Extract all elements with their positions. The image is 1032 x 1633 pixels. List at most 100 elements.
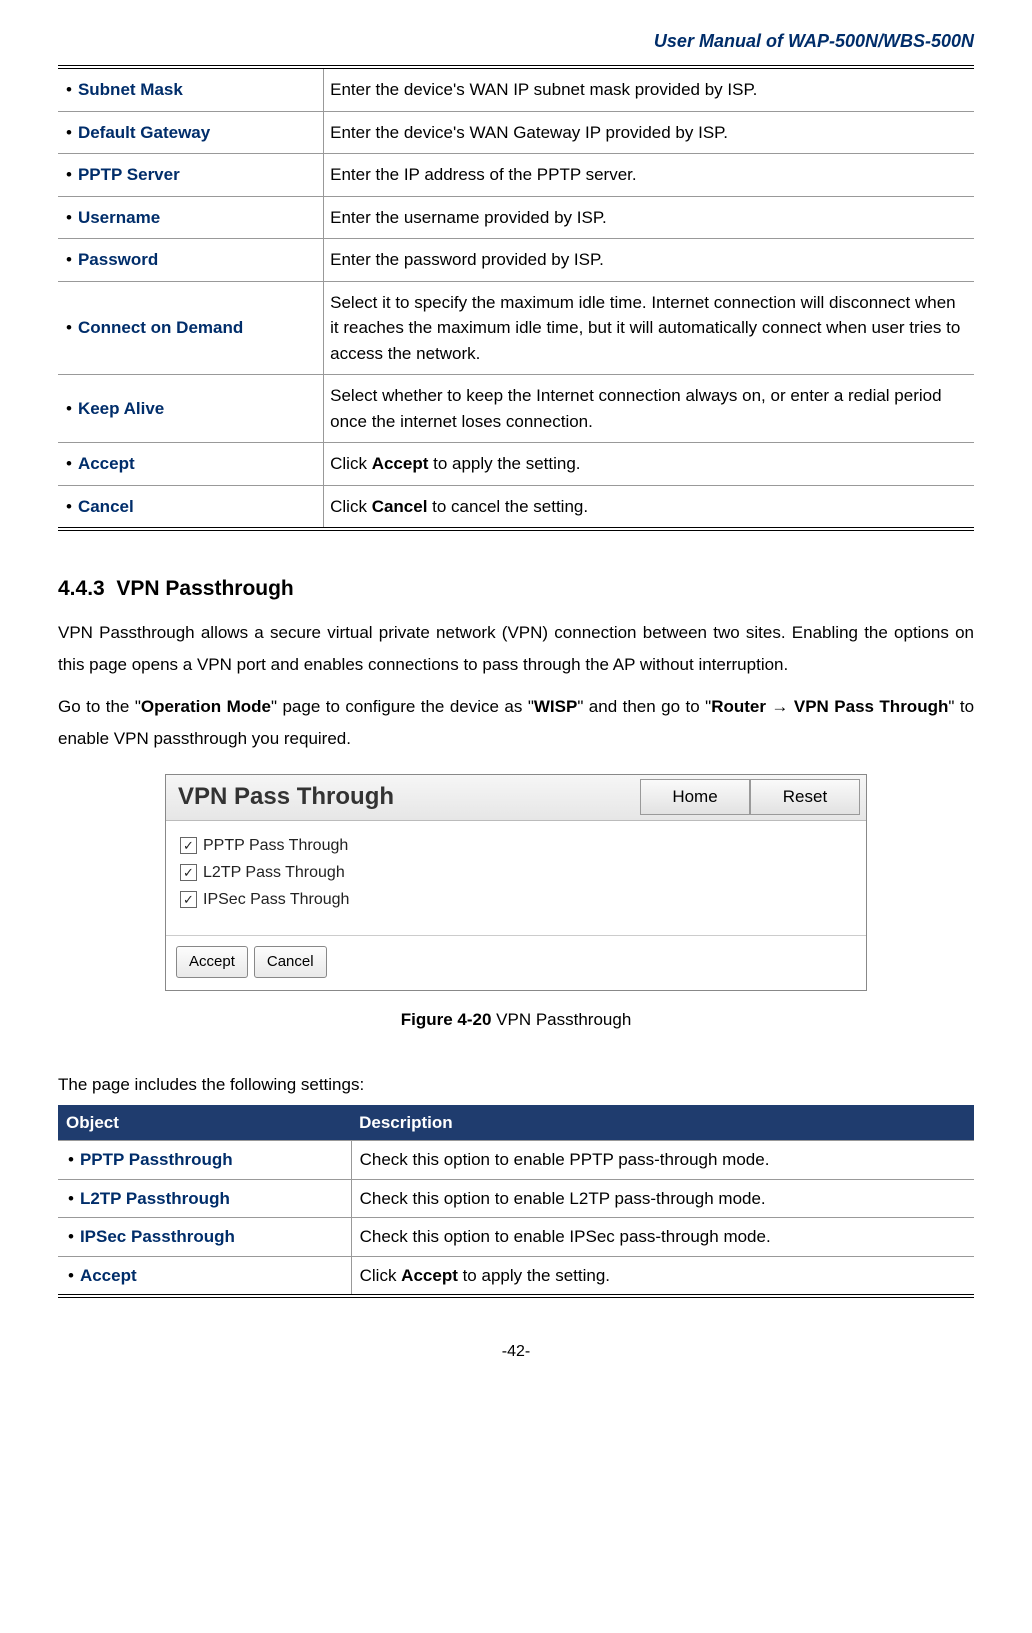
text-run: " page to configure the device as " bbox=[271, 697, 534, 716]
bullet-icon: • bbox=[68, 1189, 74, 1208]
panel-title: VPN Pass Through bbox=[172, 779, 394, 815]
figure-caption-text: VPN Passthrough bbox=[491, 1010, 631, 1029]
setting-desc-cell: Check this option to enable PPTP pass-th… bbox=[351, 1141, 974, 1180]
bullet-icon: • bbox=[66, 250, 72, 269]
table-row: • Keep Alive Select whether to keep the In… bbox=[58, 375, 974, 443]
checkbox-icon[interactable]: ✓ bbox=[180, 837, 197, 854]
param-name: Accept bbox=[78, 454, 135, 473]
param-name: PPTP Server bbox=[78, 165, 180, 184]
param-name: Default Gateway bbox=[78, 123, 210, 142]
figure-caption: Figure 4-20 VPN Passthrough bbox=[58, 1007, 974, 1033]
section-title: VPN Passthrough bbox=[116, 577, 293, 600]
settings-head-object: Object bbox=[58, 1105, 351, 1141]
section-paragraph-2: Go to the "Operation Mode" page to confi… bbox=[58, 691, 974, 756]
param-desc-cell: Enter the password provided by ISP. bbox=[324, 239, 974, 282]
home-button[interactable]: Home bbox=[640, 779, 750, 815]
setting-name-cell: • Accept bbox=[58, 1256, 351, 1296]
param-name: Subnet Mask bbox=[78, 80, 183, 99]
param-name-cell: •PPTP Server bbox=[58, 154, 324, 197]
checkbox-row[interactable]: ✓ L2TP Pass Through bbox=[180, 861, 852, 885]
param-name-cell: • Accept bbox=[58, 443, 324, 486]
text-bold: Accept bbox=[372, 454, 429, 473]
text-run: " and then go to " bbox=[577, 697, 711, 716]
param-name-cell: •Username bbox=[58, 196, 324, 239]
table-row: • Password Enter the password provided by … bbox=[58, 239, 974, 282]
settings-table: Object Description • PPTP Passthrough Chec… bbox=[58, 1105, 974, 1299]
bullet-icon: • bbox=[68, 1266, 74, 1285]
text-bold: Accept bbox=[401, 1266, 458, 1285]
param-name: Cancel bbox=[78, 497, 134, 516]
bullet-icon: • bbox=[66, 497, 72, 516]
setting-name: L2TP Passthrough bbox=[80, 1189, 230, 1208]
checkbox-row[interactable]: ✓ PPTP Pass Through bbox=[180, 834, 852, 858]
setting-name: IPSec Passthrough bbox=[80, 1227, 235, 1246]
text-run: Go to the " bbox=[58, 697, 141, 716]
setting-name-cell: • L2TP Passthrough bbox=[58, 1179, 351, 1218]
table-row: •PPTP ServerEnter the IP address of the … bbox=[58, 154, 974, 197]
bullet-icon: • bbox=[68, 1150, 74, 1169]
setting-name: Accept bbox=[80, 1266, 137, 1285]
settings-intro: The page includes the following settings… bbox=[58, 1069, 974, 1101]
param-desc-cell: Click Cancel to cancel the setting. bbox=[324, 485, 974, 529]
setting-name-cell: • IPSec Passthrough bbox=[58, 1218, 351, 1257]
param-name-cell: •Subnet Mask bbox=[58, 69, 324, 111]
param-name: Keep Alive bbox=[78, 399, 164, 418]
checkbox-label: IPSec Pass Through bbox=[203, 888, 349, 912]
section-number: 4.4.3 bbox=[58, 577, 105, 600]
panel-body: ✓ PPTP Pass Through ✓ L2TP Pass Through ✓ IPS… bbox=[166, 821, 866, 921]
panel-bottom-buttons: Accept Cancel bbox=[166, 946, 866, 991]
reset-button[interactable]: Reset bbox=[750, 779, 860, 815]
checkbox-row[interactable]: ✓ IPSec Pass Through bbox=[180, 888, 852, 912]
section-paragraph-1: VPN Passthrough allows a secure virtual … bbox=[58, 617, 974, 682]
checkbox-label: PPTP Pass Through bbox=[203, 834, 348, 858]
table-row: • Connect on Demand Select it to specify t… bbox=[58, 281, 974, 375]
setting-name: PPTP Passthrough bbox=[80, 1150, 233, 1169]
param-name-cell: • Connect on Demand bbox=[58, 281, 324, 375]
doc-header: User Manual of WAP-500N/WBS-500N bbox=[58, 28, 974, 69]
setting-desc-cell: Click Accept to apply the setting. bbox=[351, 1256, 974, 1296]
bullet-icon: • bbox=[68, 1227, 74, 1246]
table-row: • PPTP Passthrough Check this option to en… bbox=[58, 1141, 974, 1180]
param-name: Password bbox=[78, 250, 158, 269]
param-desc-cell: Select whether to keep the Internet conn… bbox=[324, 375, 974, 443]
text-bold: Router bbox=[711, 697, 771, 716]
param-name-cell: • Keep Alive bbox=[58, 375, 324, 443]
vpn-passthrough-panel: VPN Pass Through Home Reset ✓ PPTP Pass T… bbox=[165, 774, 867, 992]
text-bold: VPN Pass Through bbox=[788, 697, 948, 716]
param-desc-cell: Select it to specify the maximum idle ti… bbox=[324, 281, 974, 375]
checkbox-label: L2TP Pass Through bbox=[203, 861, 345, 885]
panel-top-buttons: Home Reset bbox=[640, 779, 860, 815]
setting-name-cell: • PPTP Passthrough bbox=[58, 1141, 351, 1180]
text-bold: WISP bbox=[534, 697, 577, 716]
bullet-icon: • bbox=[66, 208, 72, 227]
settings-head-description: Description bbox=[351, 1105, 974, 1141]
param-name-cell: • Default Gateway bbox=[58, 111, 324, 154]
panel-divider bbox=[166, 935, 866, 936]
accept-button[interactable]: Accept bbox=[176, 946, 248, 979]
page-number: -42- bbox=[58, 1340, 974, 1364]
table-row: • Default Gateway Enter the device's WAN G… bbox=[58, 111, 974, 154]
param-desc-cell: Enter the device's WAN IP subnet mask pr… bbox=[324, 69, 974, 111]
section-heading: 4.4.3 VPN Passthrough bbox=[58, 573, 974, 605]
setting-desc-cell: Check this option to enable IPSec pass-t… bbox=[351, 1218, 974, 1257]
arrow-icon: → bbox=[771, 697, 788, 716]
bullet-icon: • bbox=[66, 454, 72, 473]
table-row: •CancelClick Cancel to cancel the settin… bbox=[58, 485, 974, 529]
checkbox-icon[interactable]: ✓ bbox=[180, 864, 197, 881]
table-row: •AcceptClick Accept to apply the setting… bbox=[58, 1256, 974, 1296]
checkbox-icon[interactable]: ✓ bbox=[180, 891, 197, 908]
cancel-button[interactable]: Cancel bbox=[254, 946, 327, 979]
param-desc-cell: Enter the device's WAN Gateway IP provid… bbox=[324, 111, 974, 154]
text-bold: Cancel bbox=[372, 497, 428, 516]
table-row: •UsernameEnter the username provided by … bbox=[58, 196, 974, 239]
param-name-cell: • Cancel bbox=[58, 485, 324, 529]
param-name-cell: • Password bbox=[58, 239, 324, 282]
table-row: • IPSec Passthrough Check this option to e… bbox=[58, 1218, 974, 1257]
bullet-icon: • bbox=[66, 399, 72, 418]
param-name: Connect on Demand bbox=[78, 318, 243, 337]
table-row: •L2TP PassthroughCheck this option to en… bbox=[58, 1179, 974, 1218]
param-desc-cell: Click Accept to apply the setting. bbox=[324, 443, 974, 486]
bullet-icon: • bbox=[66, 123, 72, 142]
bullet-icon: • bbox=[66, 318, 72, 337]
table-row: •Subnet MaskEnter the device's WAN IP su… bbox=[58, 69, 974, 111]
